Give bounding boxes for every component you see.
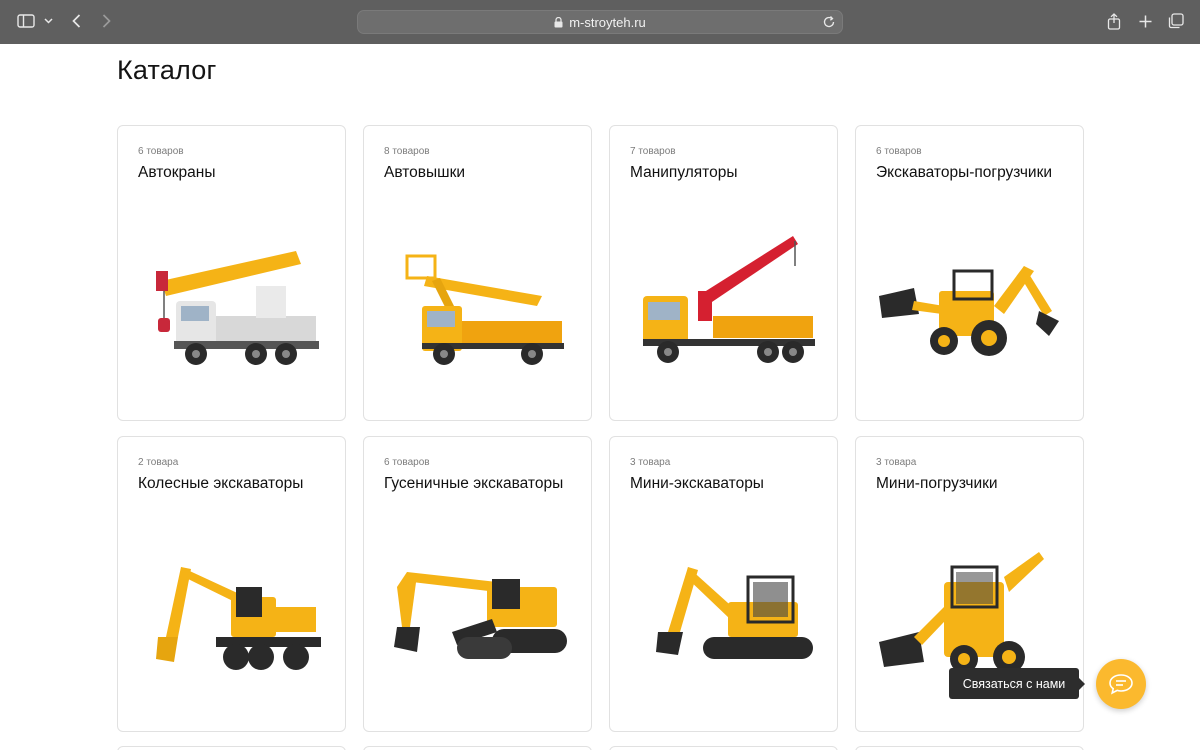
sidebar-icon[interactable] — [16, 10, 36, 32]
share-icon[interactable] — [1106, 10, 1122, 32]
page-title: Каталог — [117, 55, 217, 85]
item-count: 3 товара — [876, 457, 917, 468]
mini-excavator-image — [656, 567, 813, 659]
catalog-card-partial[interactable] — [609, 746, 838, 750]
chat-tooltip: Связаться с нами — [949, 668, 1085, 699]
url-text: m-stroyteh.ru — [569, 14, 646, 30]
crawler-excavator-image — [394, 572, 567, 659]
lock-icon — [554, 16, 563, 27]
address-bar[interactable]: m-stroyteh.ru — [357, 10, 843, 34]
catalog-card-partial[interactable] — [855, 746, 1084, 750]
category-name: Автокраны — [138, 164, 216, 181]
item-count: 6 товаров — [138, 146, 184, 157]
reload-icon[interactable] — [821, 14, 837, 30]
tabs-icon[interactable] — [1167, 10, 1185, 32]
category-name: Автовышки — [384, 164, 466, 181]
catalog-card-backhoe-loaders[interactable]: 6 товаров Экскаваторы-погрузчики — [855, 125, 1084, 421]
chat-button[interactable] — [1096, 659, 1146, 709]
catalog-card-autocranes[interactable]: 6 товаров Автокраны — [117, 125, 346, 421]
catalog-card-aerial-platforms[interactable]: 8 товаров Автовышки — [363, 125, 592, 421]
catalog-card-manipulators[interactable]: 7 товаров Манипуляторы — [609, 125, 838, 421]
browser-toolbar: m-stroyteh.ru — [0, 0, 1200, 44]
item-count: 6 товаров — [876, 146, 922, 157]
category-name: Экскаваторы-погрузчики — [876, 164, 1053, 181]
chevron-down-icon[interactable] — [42, 10, 54, 32]
back-icon[interactable] — [68, 10, 84, 32]
item-count: 3 товара — [630, 457, 671, 468]
category-name: Манипуляторы — [630, 164, 738, 181]
chat-tooltip-label: Связаться с нами — [962, 676, 1066, 691]
catalog-card-partial[interactable] — [117, 746, 346, 750]
catalog-card-wheeled-excavators[interactable]: 2 товара Колесные экскаваторы — [117, 436, 346, 732]
catalog-card-crawler-excavators[interactable]: 6 товаров Гусеничные экскаваторы — [363, 436, 592, 732]
backhoe-loader-image — [879, 266, 1059, 356]
item-count: 7 товаров — [630, 146, 676, 157]
category-name: Мини-погрузчики — [876, 475, 998, 492]
aerial-platform-image — [405, 254, 564, 365]
catalog-card-partial[interactable] — [363, 746, 592, 750]
plus-icon[interactable] — [1137, 10, 1153, 32]
item-count: 6 товаров — [384, 457, 430, 468]
item-count: 8 товаров — [384, 146, 430, 157]
category-name: Колесные экскаваторы — [138, 475, 304, 492]
truck-crane-image — [156, 251, 319, 365]
forward-icon — [98, 10, 114, 32]
chat-bubble-icon — [1109, 674, 1133, 695]
category-name: Мини-экскаваторы — [630, 475, 764, 492]
catalog-card-mini-excavators[interactable]: 3 товара Мини-экскаваторы — [609, 436, 838, 732]
category-name: Гусеничные экскаваторы — [384, 475, 564, 492]
crane-manipulator-image — [643, 236, 815, 363]
wheeled-excavator-image — [156, 567, 321, 670]
item-count: 2 товара — [138, 457, 179, 468]
